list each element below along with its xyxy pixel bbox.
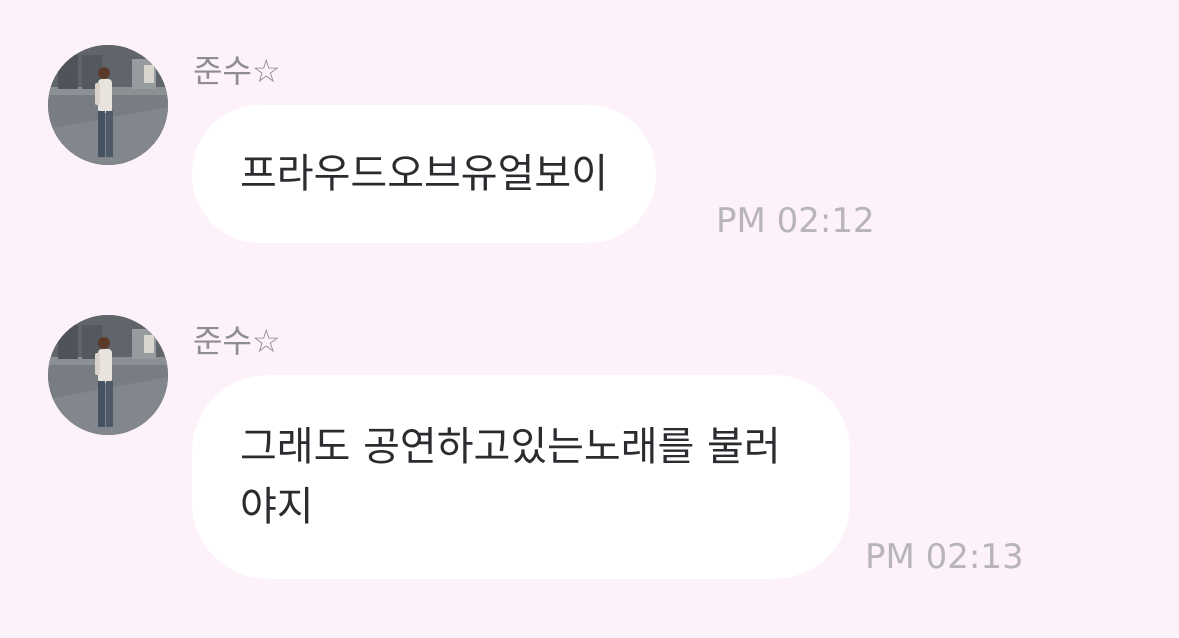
profile-photo-icon bbox=[48, 45, 168, 165]
profile-photo-icon bbox=[48, 315, 168, 435]
avatar[interactable] bbox=[48, 315, 168, 435]
message-timestamp: PM 02:12 bbox=[716, 201, 875, 241]
message-text: 프라우드오브유얼보이 bbox=[240, 151, 608, 197]
sender-name: 준수☆ bbox=[193, 52, 281, 90]
message-bubble[interactable]: 프라우드오브유얼보이 bbox=[192, 105, 656, 243]
message-bubble[interactable]: 그래도 공연하고있는노래를 불러야지 bbox=[192, 375, 850, 579]
avatar[interactable] bbox=[48, 45, 168, 165]
chat-message-list: 준수☆ 프라우드오브유얼보이 PM 02:12 준수☆ 그래도 공연하고있는노래… bbox=[0, 0, 1179, 638]
message-text: 그래도 공연하고있는노래를 불러야지 bbox=[240, 424, 781, 530]
message-timestamp: PM 02:13 bbox=[865, 537, 1024, 577]
sender-name: 준수☆ bbox=[193, 322, 281, 360]
